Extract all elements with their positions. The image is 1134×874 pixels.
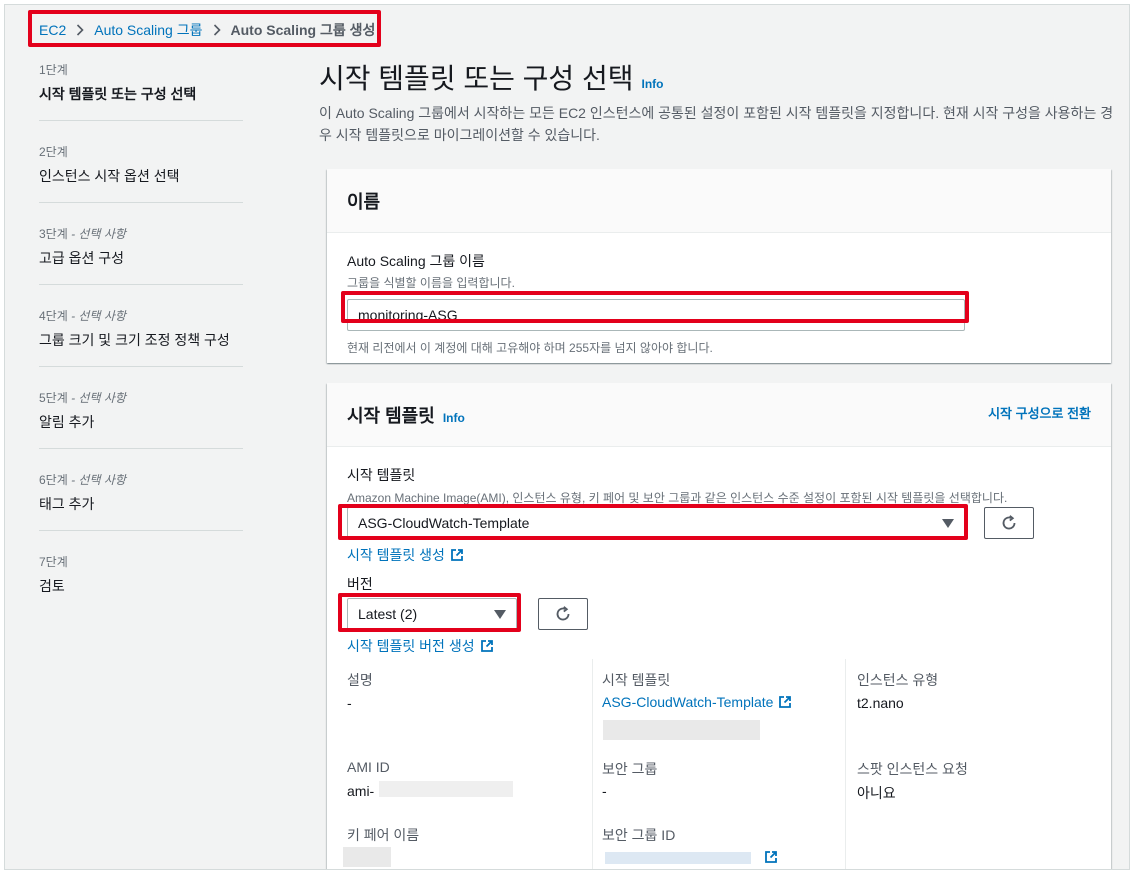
launch-template-label: 시작 템플릿 xyxy=(347,467,416,483)
redacted-ami-id xyxy=(379,781,513,797)
detail-spot-value: 아니요 xyxy=(857,785,896,801)
refresh-templates-button[interactable] xyxy=(984,507,1034,539)
detail-instance-type-value: t2.nano xyxy=(857,695,904,711)
step-number: 1단계 xyxy=(39,63,68,77)
step-number: 5단계 xyxy=(39,391,68,405)
step-label: 알림 추가 xyxy=(39,414,95,430)
detail-ami-label: AMI ID xyxy=(347,759,390,775)
asg-name-label: Auto Scaling 그룹 이름 xyxy=(347,253,485,269)
breadcrumb: EC2 Auto Scaling 그룹 Auto Scaling 그룹 생성 xyxy=(39,21,375,39)
asg-name-description: 그룹을 식별할 이름을 입력합니다. xyxy=(347,276,515,290)
detail-template-link-text: ASG-CloudWatch-Template xyxy=(602,694,774,710)
chevron-right-icon xyxy=(213,24,221,36)
wizard-step-7[interactable]: 7단계 검토 xyxy=(39,553,243,612)
asg-name-input[interactable] xyxy=(347,299,965,331)
redacted-security-group-id[interactable] xyxy=(605,852,751,864)
wizard-step-2[interactable]: 2단계 인스턴스 시작 옵션 선택 xyxy=(39,143,243,203)
launch-template-select[interactable]: ASG-CloudWatch-Template xyxy=(347,507,965,539)
step-label: 태그 추가 xyxy=(39,496,95,512)
step-number: 7단계 xyxy=(39,555,68,569)
step-number: 3단계 xyxy=(39,227,68,241)
launch-template-card-title: 시작 템플릿 xyxy=(347,405,435,426)
chevron-right-icon xyxy=(76,24,84,36)
wizard-step-4[interactable]: 4단계 - 선택 사항 그룹 크기 및 크기 조정 정책 구성 xyxy=(39,307,243,367)
step-optional-tag: - 선택 사항 xyxy=(67,391,126,405)
detail-key-pair-label: 키 페어 이름 xyxy=(347,827,420,843)
step-number: 4단계 xyxy=(39,309,68,323)
external-link-icon xyxy=(778,695,792,709)
wizard-steps-nav: 1단계 시작 템플릿 또는 구성 선택 2단계 인스턴스 시작 옵션 선택 3단… xyxy=(39,61,243,634)
name-card: 이름 Auto Scaling 그룹 이름 그룹을 식별할 이름을 입력합니다.… xyxy=(327,169,1111,363)
detail-security-group-label: 보안 그룹 xyxy=(602,761,658,777)
launch-template-info-link[interactable]: Info xyxy=(443,411,465,425)
refresh-icon xyxy=(556,606,570,621)
caret-down-icon xyxy=(942,519,954,528)
wizard-step-1[interactable]: 1단계 시작 템플릿 또는 구성 선택 xyxy=(39,61,243,121)
create-template-link-text: 시작 템플릿 생성 xyxy=(347,547,445,563)
wizard-step-5[interactable]: 5단계 - 선택 사항 알림 추가 xyxy=(39,389,243,449)
detail-ami-value: ami- xyxy=(347,783,375,799)
wizard-step-3[interactable]: 3단계 - 선택 사항 고급 옵션 구성 xyxy=(39,225,243,285)
external-link-icon xyxy=(480,639,494,653)
step-label: 고급 옵션 구성 xyxy=(39,250,125,266)
refresh-versions-button[interactable] xyxy=(538,598,588,630)
breadcrumb-ec2-link[interactable]: EC2 xyxy=(39,22,66,38)
step-optional-tag: - 선택 사항 xyxy=(67,309,126,323)
name-card-header: 이름 xyxy=(327,169,1111,233)
switch-to-launch-config-link[interactable]: 시작 구성으로 전환 xyxy=(988,403,1091,422)
breadcrumb-asg-link[interactable]: Auto Scaling 그룹 xyxy=(94,20,202,40)
page-info-link[interactable]: Info xyxy=(641,77,663,91)
launch-template-card: 시작 템플릿 Info 시작 구성으로 전환 시작 템플릿 Amazon Mac… xyxy=(327,383,1111,869)
step-label: 검토 xyxy=(39,578,65,594)
detail-instance-type-label: 인스턴스 유형 xyxy=(857,672,939,688)
refresh-icon xyxy=(1002,515,1016,530)
page-title-row: 시작 템플릿 또는 구성 선택 Info xyxy=(319,57,1119,97)
external-link-icon[interactable] xyxy=(764,850,778,864)
page-description: 이 Auto Scaling 그룹에서 시작하는 모든 EC2 인스턴스에 공통… xyxy=(319,105,1114,143)
breadcrumb-current: Auto Scaling 그룹 생성 xyxy=(230,22,376,38)
wizard-step-6[interactable]: 6단계 - 선택 사항 태그 추가 xyxy=(39,471,243,531)
detail-spot-label: 스팟 인스턴스 요청 xyxy=(857,761,968,777)
step-label: 그룹 크기 및 크기 조정 정책 구성 xyxy=(39,332,230,348)
launch-template-selected: ASG-CloudWatch-Template xyxy=(358,515,530,531)
asg-name-constraint: 현재 리전에서 이 계정에 대해 고유해야 하며 255자를 넘지 않아야 합니… xyxy=(347,341,713,355)
create-template-link[interactable]: 시작 템플릿 생성 xyxy=(347,545,464,565)
detail-template-link[interactable]: ASG-CloudWatch-Template xyxy=(602,694,792,710)
detail-template-label: 시작 템플릿 xyxy=(602,672,671,688)
detail-description-value: - xyxy=(347,695,352,711)
step-optional-tag: - 선택 사항 xyxy=(67,227,126,241)
redacted-template-id xyxy=(603,720,760,740)
main-content: 시작 템플릿 또는 구성 선택 Info 이 Auto Scaling 그룹에서… xyxy=(319,57,1119,146)
external-link-icon xyxy=(450,548,464,562)
column-divider xyxy=(592,659,593,869)
caret-down-icon xyxy=(494,610,506,619)
detail-security-group-value: - xyxy=(602,783,607,799)
launch-template-card-header: 시작 템플릿 Info 시작 구성으로 전환 xyxy=(327,383,1111,447)
redacted-key-pair xyxy=(343,847,391,867)
page-title: 시작 템플릿 또는 구성 선택 xyxy=(319,63,634,94)
version-selected: Latest (2) xyxy=(358,606,418,622)
create-version-link[interactable]: 시작 템플릿 버전 생성 xyxy=(347,636,494,656)
name-card-title: 이름 xyxy=(347,191,381,212)
step-number: 2단계 xyxy=(39,145,68,159)
detail-description-label: 설명 xyxy=(347,672,373,688)
step-label: 시작 템플릿 또는 구성 선택 xyxy=(39,86,197,102)
step-label: 인스턴스 시작 옵션 선택 xyxy=(39,168,180,184)
console-frame: EC2 Auto Scaling 그룹 Auto Scaling 그룹 생성 1… xyxy=(4,4,1130,870)
step-optional-tag: - 선택 사항 xyxy=(67,473,126,487)
launch-template-description: Amazon Machine Image(AMI), 인스턴스 유형, 키 페어… xyxy=(347,491,1008,505)
detail-security-group-id-label: 보안 그룹 ID xyxy=(602,827,676,843)
version-label: 버전 xyxy=(347,576,373,592)
column-divider xyxy=(845,659,846,869)
step-number: 6단계 xyxy=(39,473,68,487)
version-select[interactable]: Latest (2) xyxy=(347,598,517,630)
create-version-link-text: 시작 템플릿 버전 생성 xyxy=(347,638,475,654)
